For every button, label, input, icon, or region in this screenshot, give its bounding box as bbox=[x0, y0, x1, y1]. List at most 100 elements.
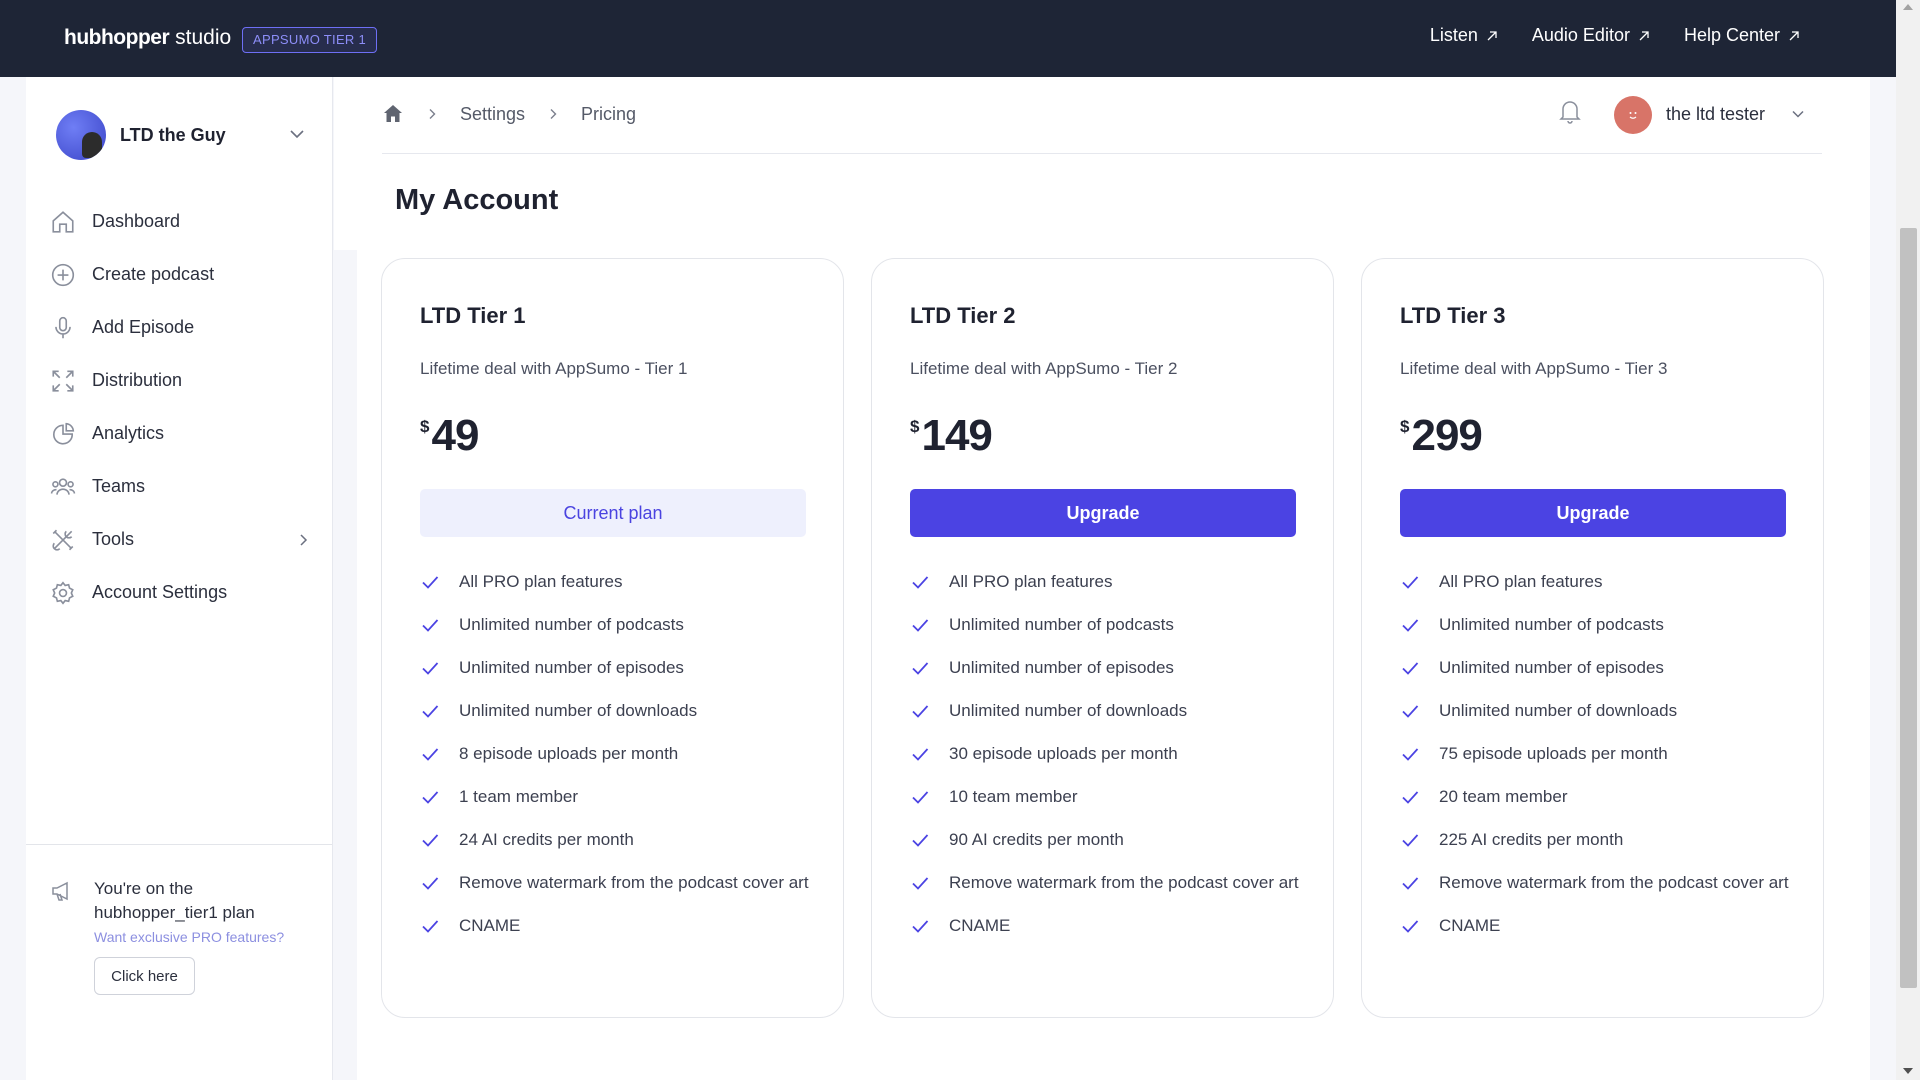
check-icon bbox=[1402, 705, 1419, 718]
upgrade-button[interactable]: Upgrade bbox=[1400, 489, 1786, 537]
sidebar-item-label: Teams bbox=[92, 476, 146, 496]
feature-item: Unlimited number of podcasts bbox=[910, 610, 1300, 639]
feature-item: 90 AI credits per month bbox=[910, 825, 1300, 854]
scrollbar[interactable] bbox=[1896, 0, 1920, 1080]
check-icon bbox=[1402, 576, 1419, 589]
sidebar-nav: Dashboard Create podcast Add Episode Dis… bbox=[50, 195, 310, 619]
header-divider bbox=[382, 153, 1822, 154]
audio-editor-link-label: Audio Editor bbox=[1531, 25, 1630, 45]
sidebar-item-analytics[interactable]: Analytics bbox=[50, 407, 310, 460]
sidebar-item-dashboard[interactable]: Dashboard bbox=[50, 195, 310, 248]
price-amount: 149 bbox=[921, 411, 992, 460]
feature-text: All PRO plan features bbox=[1439, 572, 1603, 591]
external-link-icon bbox=[1487, 30, 1497, 40]
feature-text: 90 AI credits per month bbox=[949, 830, 1124, 849]
check-icon bbox=[422, 662, 439, 675]
feature-text: Unlimited number of episodes bbox=[459, 658, 684, 677]
user-name[interactable]: the ltd tester bbox=[1666, 104, 1765, 125]
check-icon bbox=[422, 920, 439, 933]
sidebar-item-account-settings[interactable]: Account Settings bbox=[50, 566, 310, 619]
sidebar-item-create-podcast[interactable]: Create podcast bbox=[50, 248, 310, 301]
feature-text: Unlimited number of downloads bbox=[1439, 701, 1678, 720]
chevron-down-icon[interactable] bbox=[1790, 106, 1806, 122]
scroll-thumb[interactable] bbox=[1900, 228, 1917, 988]
pricing-card-tier-2: LTD Tier 2 Lifetime deal with AppSumo - T… bbox=[871, 258, 1334, 1018]
feature-item: 75 episode uploads per month bbox=[1400, 739, 1790, 768]
feature-item: 1 team member bbox=[420, 782, 810, 811]
listen-link-label: Listen bbox=[1429, 25, 1478, 45]
tier-badge: APPSUMO TIER 1 bbox=[242, 27, 378, 53]
bell-icon[interactable] bbox=[1558, 98, 1582, 124]
upgrade-button[interactable]: Upgrade bbox=[910, 489, 1296, 537]
home-icon bbox=[52, 210, 74, 233]
home-icon[interactable] bbox=[382, 103, 404, 125]
feature-text: 10 team member bbox=[949, 787, 1078, 806]
scroll-up-arrow-icon[interactable] bbox=[1903, 4, 1913, 10]
check-icon bbox=[1402, 877, 1419, 890]
sidebar-item-label: Distribution bbox=[92, 370, 183, 390]
current-plan-text: You're on the hubhopper_tier1 plan bbox=[94, 879, 255, 922]
check-icon bbox=[422, 619, 439, 632]
feature-item: CNAME bbox=[910, 911, 1300, 940]
top-bar: hubhopper studio APPSUMO TIER 1 Listen A… bbox=[0, 0, 1896, 77]
check-icon bbox=[422, 705, 439, 718]
sidebar-item-add-episode[interactable]: Add Episode bbox=[50, 301, 310, 354]
feature-text: CNAME bbox=[1439, 916, 1501, 935]
brand-suffix: studio bbox=[175, 26, 232, 49]
page-title: My Account bbox=[395, 184, 559, 216]
audio-editor-link[interactable]: Audio Editor bbox=[1532, 25, 1650, 46]
pricing-card-tier-3: LTD Tier 3 Lifetime deal with AppSumo - T… bbox=[1361, 258, 1824, 1018]
check-icon bbox=[422, 576, 439, 589]
feature-text: 30 episode uploads per month bbox=[949, 744, 1178, 763]
check-icon bbox=[422, 877, 439, 890]
scroll-down-arrow-icon[interactable] bbox=[1903, 1068, 1913, 1074]
user-avatar[interactable] bbox=[1614, 96, 1652, 134]
feature-text: 75 episode uploads per month bbox=[1439, 744, 1668, 763]
listen-link[interactable]: Listen bbox=[1430, 25, 1498, 46]
click-here-button[interactable]: Click here bbox=[94, 957, 195, 995]
feature-item: 24 AI credits per month bbox=[420, 825, 810, 854]
check-icon bbox=[1402, 791, 1419, 804]
breadcrumb-settings[interactable]: Settings bbox=[460, 104, 525, 125]
check-icon bbox=[912, 920, 929, 933]
feature-item: Unlimited number of podcasts bbox=[420, 610, 810, 639]
card-title: LTD Tier 3 bbox=[1400, 303, 1506, 328]
feature-text: Unlimited number of downloads bbox=[459, 701, 698, 720]
feature-text: Unlimited number of episodes bbox=[1439, 658, 1664, 677]
profile-switcher[interactable]: LTD the Guy bbox=[56, 107, 306, 163]
check-icon bbox=[1402, 662, 1419, 675]
help-center-link[interactable]: Help Center bbox=[1684, 25, 1800, 46]
feature-text: Remove watermark from the podcast cover … bbox=[949, 873, 1299, 892]
feature-text: CNAME bbox=[949, 916, 1011, 935]
card-title: LTD Tier 1 bbox=[420, 303, 526, 328]
feature-text: Unlimited number of episodes bbox=[949, 658, 1174, 677]
feature-text: All PRO plan features bbox=[949, 572, 1113, 591]
sidebar-item-tools[interactable]: Tools bbox=[50, 513, 310, 566]
sidebar-item-distribution[interactable]: Distribution bbox=[50, 354, 310, 407]
check-icon bbox=[912, 576, 929, 589]
breadcrumb-pricing[interactable]: Pricing bbox=[581, 104, 636, 125]
breadcrumb: Settings Pricing bbox=[382, 103, 636, 125]
help-center-link-label: Help Center bbox=[1683, 25, 1780, 45]
feature-item: Unlimited number of episodes bbox=[910, 653, 1300, 682]
feature-text: Unlimited number of podcasts bbox=[1439, 615, 1664, 634]
check-icon bbox=[1402, 748, 1419, 761]
price-currency: $ bbox=[1400, 417, 1410, 436]
users-icon bbox=[50, 477, 76, 495]
feature-item: All PRO plan features bbox=[1400, 567, 1790, 596]
feature-text: 1 team member bbox=[459, 787, 579, 806]
check-icon bbox=[422, 834, 439, 847]
sidebar: LTD the Guy Dashboard Create podcast Add… bbox=[26, 77, 333, 1080]
sidebar-divider bbox=[26, 844, 332, 845]
check-icon bbox=[912, 748, 929, 761]
sidebar-item-teams[interactable]: Teams bbox=[50, 460, 310, 513]
card-price: $299 bbox=[1400, 411, 1483, 461]
feature-text: Unlimited number of podcasts bbox=[459, 615, 684, 634]
feature-text: Remove watermark from the podcast cover … bbox=[1439, 873, 1789, 892]
feature-text: Unlimited number of downloads bbox=[949, 701, 1188, 720]
check-icon bbox=[1402, 834, 1419, 847]
check-icon bbox=[1402, 920, 1419, 933]
chevron-right-icon bbox=[300, 533, 308, 546]
pricing-card-tier-1: LTD Tier 1 Lifetime deal with AppSumo - T… bbox=[381, 258, 844, 1018]
brand-logo[interactable]: hubhopper studio bbox=[64, 26, 231, 50]
